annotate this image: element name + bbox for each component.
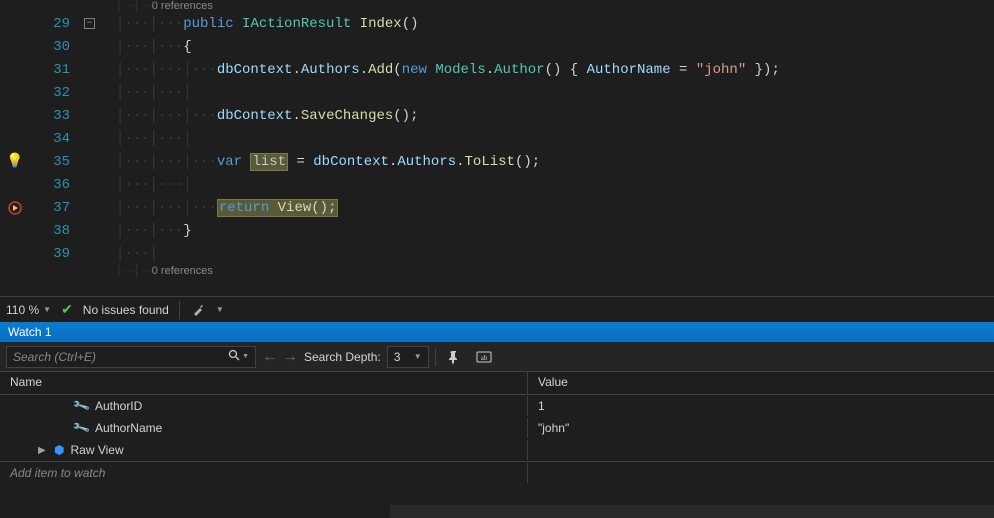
line-number: 32 — [30, 85, 76, 101]
watch-search-input[interactable]: Search (Ctrl+E) ▼ — [6, 346, 256, 368]
code-line[interactable]: │···│···} — [116, 219, 994, 242]
code-line[interactable]: │···│···│ — [116, 81, 994, 104]
search-prev-icon[interactable]: ← — [262, 348, 278, 366]
column-header-value[interactable]: Value — [528, 372, 994, 394]
watch-panel-header[interactable]: Watch 1 — [0, 322, 994, 342]
code-line[interactable]: │···│···public IActionResult Index() — [116, 12, 994, 35]
check-icon: ✔ — [61, 301, 73, 318]
pin-icon[interactable] — [442, 346, 466, 368]
code-line[interactable]: │···│···│···return View(); — [116, 196, 994, 219]
zoom-level[interactable]: 110 %▼ — [6, 303, 51, 317]
code-editor[interactable]: 29− 30 31 32 33 34 💡 35 36 37 38 39 │···│… — [0, 0, 994, 296]
line-number: 35 — [30, 154, 76, 170]
line-number: 34 — [30, 131, 76, 147]
watch-row[interactable]: 🔧AuthorName"john" — [0, 417, 994, 439]
code-line[interactable]: │···│ — [116, 242, 994, 265]
cleanup-icon[interactable] — [190, 302, 206, 318]
line-number: 39 — [30, 246, 76, 262]
line-number: 38 — [30, 223, 76, 239]
search-icon[interactable] — [228, 349, 240, 364]
line-number: 37 — [30, 200, 76, 216]
watch-row-raw-view[interactable]: ▶ ⬢ Raw View — [0, 439, 994, 461]
show-raw-icon[interactable]: ab — [472, 346, 496, 368]
code-line[interactable]: │···│···{ — [116, 35, 994, 58]
watch-row[interactable]: 🔧AuthorID1 — [0, 395, 994, 417]
line-number: 36 — [30, 177, 76, 193]
code-line[interactable]: │···│···│ — [116, 173, 994, 196]
search-depth-label: Search Depth: — [304, 350, 381, 364]
lightbulb-icon[interactable]: 💡 — [6, 153, 23, 170]
current-statement-arrow-icon — [7, 200, 23, 216]
watch-grid: Name Value 🔧AuthorID1🔧AuthorName"john" ▶… — [0, 372, 994, 518]
codelens-references[interactable]: 0 references — [152, 0, 213, 12]
codelens-references[interactable]: 0 references — [152, 265, 213, 277]
code-line[interactable]: │···│···│···dbContext.SaveChanges(); — [116, 104, 994, 127]
code-line[interactable]: │···│···│···dbContext.Authors.Add(new Mo… — [116, 58, 994, 81]
line-number: 29 — [30, 16, 76, 32]
horizontal-scrollbar[interactable] — [390, 505, 994, 518]
code-line[interactable]: │···│···│ — [116, 127, 994, 150]
data-icon: ⬢ — [54, 443, 64, 457]
code-line[interactable]: │···│···│···var list = dbContext.Authors… — [116, 150, 994, 173]
fold-toggle-icon[interactable]: − — [84, 18, 95, 29]
line-number: 30 — [30, 39, 76, 55]
search-depth-input[interactable]: 3▼ — [387, 346, 429, 368]
svg-text:ab: ab — [480, 354, 487, 362]
line-number: 33 — [30, 108, 76, 124]
wrench-icon: 🔧 — [72, 418, 91, 437]
column-header-name[interactable]: Name — [0, 372, 528, 394]
search-next-icon[interactable]: → — [282, 348, 298, 366]
editor-status-bar: 110 %▼ ✔ No issues found ▼ — [0, 296, 994, 322]
wrench-icon: 🔧 — [72, 396, 91, 415]
watch-toolbar: Search (Ctrl+E) ▼ ← → Search Depth: 3▼ a… — [0, 342, 994, 372]
issues-status[interactable]: No issues found — [83, 303, 169, 317]
expand-icon[interactable]: ▶ — [38, 445, 48, 456]
add-watch-item[interactable]: Add item to watch — [0, 461, 994, 483]
line-number: 31 — [30, 62, 76, 78]
